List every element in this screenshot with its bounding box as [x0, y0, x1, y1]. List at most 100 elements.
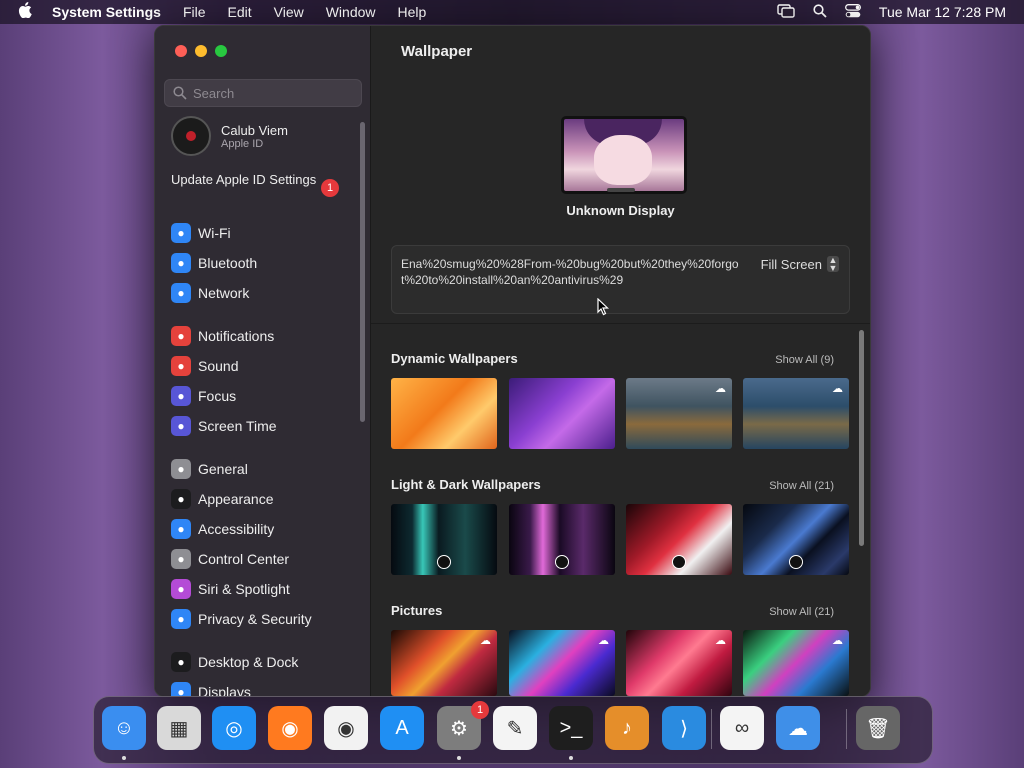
sidebar-item-label: Displays — [198, 684, 251, 696]
sidebar-item-label: Control Center — [198, 551, 290, 567]
settings-window: Search Calub Viem Apple ID Update Apple … — [154, 25, 871, 697]
weather-icon[interactable]: ☁ — [776, 706, 820, 750]
sidebar-item-label: Desktop & Dock — [198, 654, 299, 670]
wallpaper-thumb-monterey[interactable] — [509, 378, 615, 449]
launchpad-icon[interactable]: ▦ — [157, 706, 201, 750]
sidebar-item-label: General — [198, 461, 248, 477]
wallpaper-thumb-ld-3[interactable] — [626, 504, 732, 575]
display-stand — [607, 188, 635, 192]
gear-icon: ● — [171, 459, 191, 479]
menu-app-name[interactable]: System Settings — [52, 4, 161, 20]
current-wallpaper-box: Ena%20smug%20%28From-%20bug%20but%20they… — [391, 245, 850, 314]
menu-window[interactable]: Window — [326, 4, 376, 20]
display-preview — [561, 116, 687, 194]
wallpaper-thumb-ld-2[interactable] — [509, 504, 615, 575]
menu-help[interactable]: Help — [398, 4, 427, 20]
download-cloud-icon[interactable]: ☁ — [598, 634, 609, 647]
light-dark-mode-icon — [789, 555, 803, 569]
finder-icon[interactable]: ☺ — [102, 706, 146, 750]
sidebar-item-sound[interactable]: ● Sound — [171, 355, 238, 377]
apple-menu-icon[interactable] — [18, 2, 34, 22]
sidebar-item-label: Screen Time — [198, 418, 277, 434]
wallpaper-thumb-pic-4[interactable]: ☁ — [743, 630, 849, 696]
download-cloud-icon[interactable]: ☁ — [715, 382, 726, 395]
trash-icon[interactable]: 🗑 — [856, 706, 900, 750]
sidebar-item-desktop-dock[interactable]: ● Desktop & Dock — [171, 651, 298, 673]
chrome-icon[interactable]: ◉ — [324, 706, 368, 750]
sidebar-item-screen-time[interactable]: ● Screen Time — [171, 415, 277, 437]
bell-icon: ● — [171, 326, 191, 346]
window-controls — [175, 45, 227, 57]
wallpaper-filename: Ena%20smug%20%28From-%20bug%20but%20they… — [401, 257, 739, 287]
menu-view[interactable]: View — [274, 4, 304, 20]
menu-edit[interactable]: Edit — [228, 4, 252, 20]
app-store-icon[interactable]: A — [380, 706, 424, 750]
wallpaper-thumb-pic-1[interactable]: ☁ — [391, 630, 497, 696]
safari-icon[interactable]: ◎ — [212, 706, 256, 750]
wallpaper-thumb-pic-2[interactable]: ☁ — [509, 630, 615, 696]
textedit-icon[interactable]: ✎ — [493, 706, 537, 750]
download-cloud-icon[interactable]: ☁ — [480, 634, 491, 647]
update-badge: 1 — [321, 179, 339, 197]
control-center-icon[interactable] — [844, 3, 861, 21]
download-cloud-icon[interactable]: ☁ — [715, 634, 726, 647]
apple-id-account[interactable]: Calub Viem Apple ID — [171, 116, 288, 156]
content-scrollbar-thumb[interactable] — [859, 330, 864, 546]
sidebar-item-accessibility[interactable]: ● Accessibility — [171, 518, 274, 540]
sun-icon: ● — [171, 682, 191, 696]
search-field[interactable]: Search — [164, 79, 362, 107]
minimize-window-button[interactable] — [195, 45, 207, 57]
sidebar-item-siri-spotlight[interactable]: ● Siri & Spotlight — [171, 578, 290, 600]
zoom-window-button[interactable] — [215, 45, 227, 57]
sidebar-item-label: Sound — [198, 358, 239, 374]
sidebar-item-wi-fi[interactable]: ● Wi-Fi — [171, 222, 231, 244]
display-name: Unknown Display — [566, 203, 675, 218]
show-all-dynamic-button[interactable]: Show All (9) — [775, 354, 834, 366]
wallpaper-thumb-ld-1[interactable] — [391, 504, 497, 575]
menu-clock[interactable]: Tue Mar 12 7:28 PM — [879, 4, 1006, 20]
spotlight-search-icon[interactable] — [813, 3, 827, 21]
content-scrollbar[interactable] — [858, 326, 865, 696]
firefox-icon[interactable]: ◉ — [268, 706, 312, 750]
visual-studio-icon[interactable]: ∞ — [720, 706, 764, 750]
wallpaper-thumb-pic-3[interactable]: ☁ — [626, 630, 732, 696]
show-all-pictures-button[interactable]: Show All (21) — [769, 606, 834, 618]
sidebar-item-network[interactable]: ● Network — [171, 282, 249, 304]
sidebar-item-privacy-security[interactable]: ● Privacy & Security — [171, 608, 312, 630]
dock-running-indicator — [569, 756, 573, 760]
sidebar-item-displays[interactable]: ● Displays — [171, 681, 251, 696]
close-window-button[interactable] — [175, 45, 187, 57]
dock-settings-badge: 1 — [471, 701, 489, 719]
sidebar-item-control-center[interactable]: ● Control Center — [171, 548, 289, 570]
sidebar-item-label: Wi-Fi — [198, 225, 231, 241]
sidebar-item-focus[interactable]: ● Focus — [171, 385, 236, 407]
wallpaper-thumb-ld-4[interactable] — [743, 504, 849, 575]
dock-icon: ● — [171, 652, 191, 672]
download-cloud-icon[interactable]: ☁ — [832, 634, 843, 647]
wallpaper-thumb-ventura[interactable] — [391, 378, 497, 449]
section-title-dynamic: Dynamic Wallpapers — [391, 351, 518, 366]
sidebar-item-notifications[interactable]: ● Notifications — [171, 325, 274, 347]
sidebar-item-general[interactable]: ● General — [171, 458, 248, 480]
wallpaper-thumb-catalina[interactable]: ☁ — [626, 378, 732, 449]
screen-mirroring-icon[interactable] — [777, 3, 795, 21]
fill-mode-select[interactable]: Fill Screen ▲ ▼ — [761, 256, 839, 273]
search-placeholder: Search — [193, 85, 235, 101]
wallpaper-thumb-catalina-2[interactable]: ☁ — [743, 378, 849, 449]
sidebar-item-appearance[interactable]: ● Appearance — [171, 488, 274, 510]
search-icon — [173, 86, 187, 100]
terminal-icon[interactable]: >_ — [549, 706, 593, 750]
sidebar-item-label: Notifications — [198, 328, 275, 344]
garageband-icon[interactable]: ♪ — [605, 706, 649, 750]
sidebar-item-label: Siri & Spotlight — [198, 581, 290, 597]
sidebar-item-bluetooth[interactable]: ● Bluetooth — [171, 252, 257, 274]
menu-file[interactable]: File — [183, 4, 206, 20]
update-apple-id-item[interactable]: Update Apple ID Settings — [171, 172, 321, 188]
section-title-pictures: Pictures — [391, 603, 443, 618]
show-all-light-dark-button[interactable]: Show All (21) — [769, 480, 834, 492]
sidebar-scrollbar[interactable] — [360, 122, 365, 422]
hand-icon: ● — [171, 609, 191, 629]
download-cloud-icon[interactable]: ☁ — [832, 382, 843, 395]
vscode-icon[interactable]: ⟩ — [662, 706, 706, 750]
sidebar-item-label: Privacy & Security — [198, 611, 312, 627]
